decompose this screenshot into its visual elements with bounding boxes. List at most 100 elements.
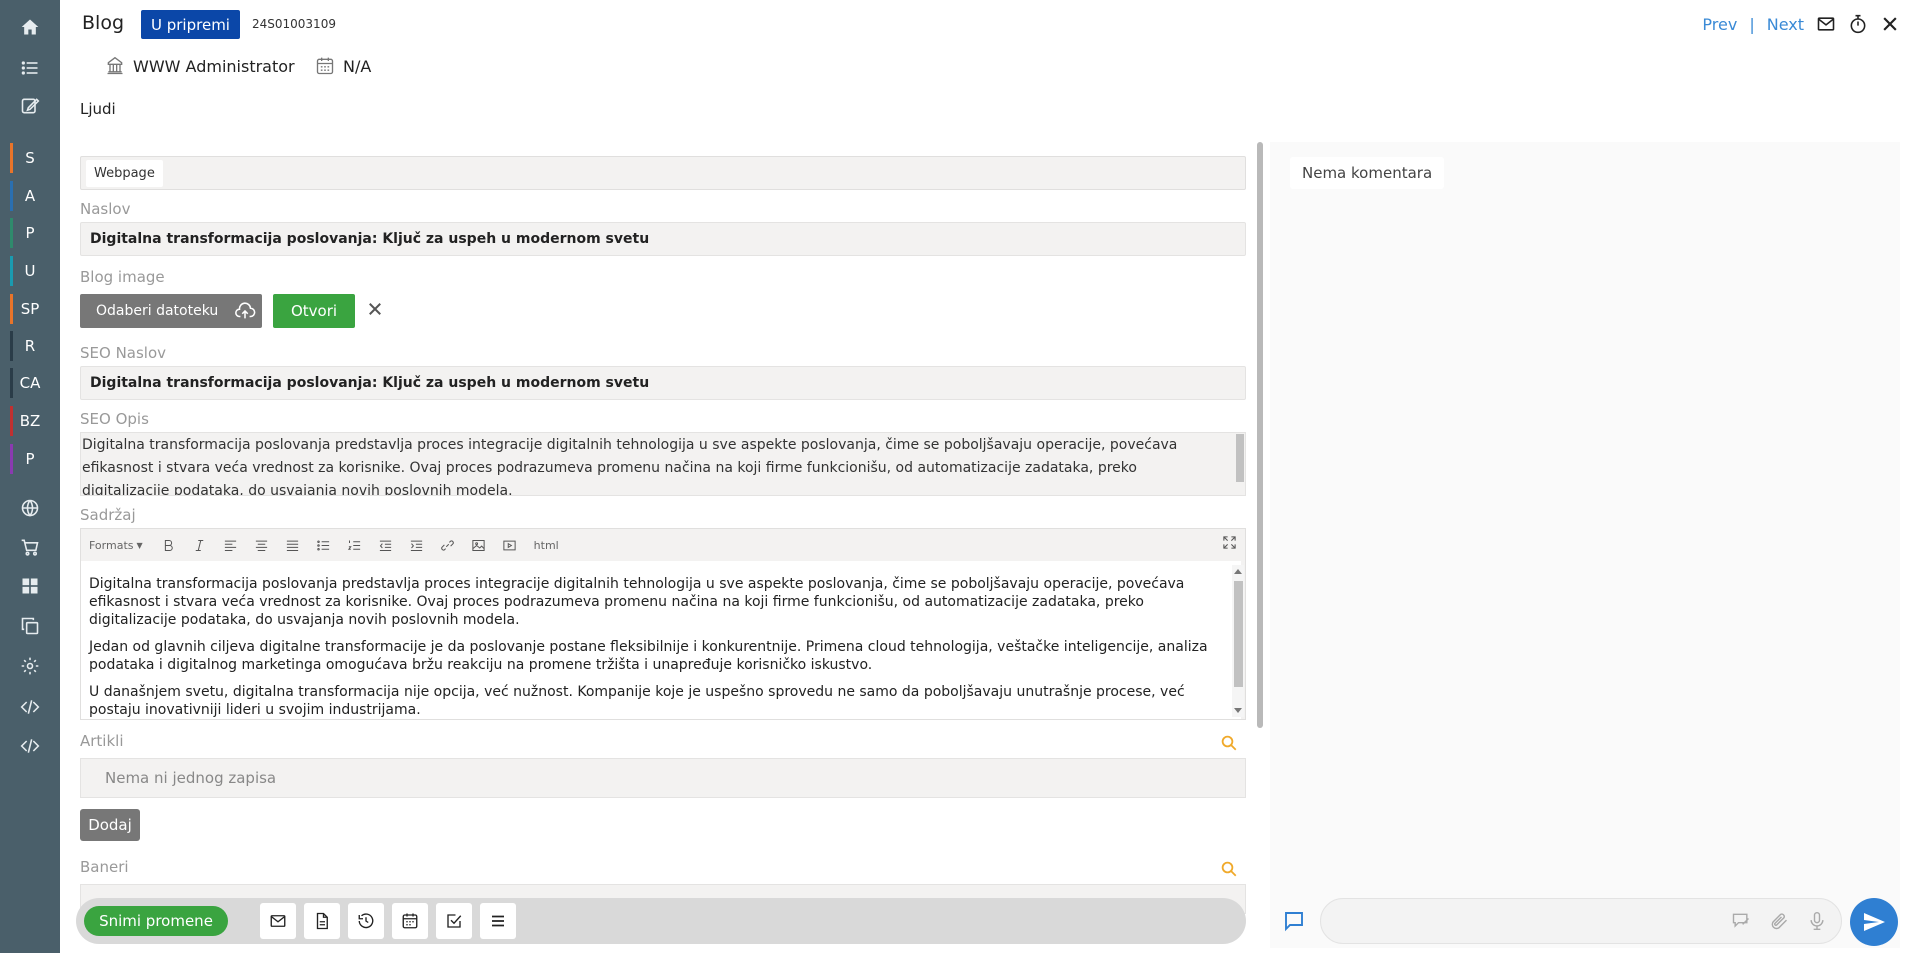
formats-dropdown[interactable]: Formats ▼: [89, 539, 143, 552]
history-icon[interactable]: [348, 903, 384, 939]
sidebar-accent-bar: [10, 181, 13, 211]
sidebar-item-label: P: [25, 224, 35, 242]
search-icon[interactable]: [1220, 860, 1238, 882]
date-info: N/A: [315, 56, 371, 76]
sidebar-item-r[interactable]: R: [0, 327, 60, 365]
choose-file-button[interactable]: Odaberi datoteku: [80, 294, 262, 328]
sidebar-accent-bar: [10, 368, 13, 398]
scroll-thumb[interactable]: [1234, 581, 1243, 687]
sidebar-item-u[interactable]: U: [0, 252, 60, 290]
align-left-icon[interactable]: [218, 532, 244, 558]
title-input[interactable]: Digitalna transformacija poslovanja: Klj…: [80, 222, 1246, 256]
globe-icon[interactable]: [0, 489, 60, 527]
caret-down-icon: ▼: [136, 540, 143, 550]
banners-label: Baneri: [80, 858, 129, 876]
tabs-strip: Webpage: [80, 156, 1246, 190]
scroll-down-arrow-icon[interactable]: [1234, 708, 1242, 713]
indent-icon[interactable]: [404, 532, 430, 558]
textarea-scrollbar[interactable]: [1236, 434, 1244, 482]
sidebar-accent-bar: [10, 294, 13, 324]
sidebar-item-sp[interactable]: SP: [0, 290, 60, 328]
image-icon[interactable]: [466, 532, 492, 558]
sidebar-item-a[interactable]: A: [0, 177, 60, 215]
microphone-icon[interactable]: [1807, 911, 1827, 931]
stopwatch-icon[interactable]: [1848, 14, 1868, 34]
choose-file-label: Odaberi datoteku: [96, 303, 219, 319]
sidebar-accent-bar: [10, 444, 13, 474]
open-button[interactable]: Otvori: [273, 294, 355, 328]
bullet-list-icon[interactable]: [311, 532, 337, 558]
sidebar-item-label: BZ: [19, 412, 41, 430]
title-label: Naslov: [80, 200, 131, 218]
search-icon[interactable]: [1220, 734, 1238, 756]
seo-title-input[interactable]: Digitalna transformacija poslovanja: Klj…: [80, 366, 1246, 400]
action-bar: Snimi promene: [76, 898, 1246, 944]
copy-icon[interactable]: [0, 607, 60, 645]
mail-icon[interactable]: [260, 903, 296, 939]
edit-icon[interactable]: [0, 87, 60, 125]
prev-link[interactable]: Prev: [1702, 15, 1737, 34]
code-icon[interactable]: [0, 727, 60, 765]
html-source-button[interactable]: html: [534, 539, 559, 552]
articles-empty-box: Nema ni jednog zapisa: [80, 758, 1246, 798]
articles-label: Artikli: [80, 732, 124, 750]
owner-name: WWW Administrator: [133, 56, 295, 76]
calendar-icon[interactable]: [392, 903, 428, 939]
chat-bubble-icon[interactable]: [1282, 909, 1306, 937]
editor-scrollbar[interactable]: [1232, 565, 1244, 717]
sidebar-item-label: A: [24, 187, 36, 205]
close-icon[interactable]: [1880, 14, 1900, 34]
editor-content[interactable]: Digitalna transformacija poslovanja pred…: [81, 561, 1241, 719]
fullscreen-icon[interactable]: [1222, 535, 1237, 554]
list-icon[interactable]: [0, 49, 60, 87]
numbered-list-icon[interactable]: [342, 532, 368, 558]
menu-icon[interactable]: [480, 903, 516, 939]
content-paragraph: Jedan od glavnih ciljeva digitalne trans…: [89, 639, 1208, 673]
bold-icon[interactable]: [156, 532, 182, 558]
send-button[interactable]: [1850, 898, 1898, 946]
seo-description-textarea[interactable]: Digitalna transformacija poslovanja pred…: [80, 432, 1246, 496]
articles-empty-text: Nema ni jednog zapisa: [105, 769, 277, 787]
italic-icon[interactable]: [187, 532, 213, 558]
seo-description-label: SEO Opis: [80, 410, 149, 428]
sidebar-item-label: S: [25, 149, 35, 167]
mail-icon[interactable]: [1816, 14, 1836, 34]
align-center-icon[interactable]: [249, 532, 275, 558]
home-icon[interactable]: [0, 8, 60, 46]
sidebar-item-s[interactable]: S: [0, 139, 60, 177]
sidebar-item-p[interactable]: P: [0, 440, 60, 478]
document-icon[interactable]: [304, 903, 340, 939]
task-check-icon[interactable]: [436, 903, 472, 939]
content-label: Sadržaj: [80, 506, 136, 524]
comment-input[interactable]: [1320, 898, 1842, 944]
seo-description-text: Digitalna transformacija poslovanja pred…: [82, 437, 1178, 496]
paperclip-icon[interactable]: [1769, 911, 1789, 931]
sidebar-item-bz[interactable]: BZ: [0, 402, 60, 440]
section-label: Ljudi: [80, 100, 116, 118]
align-justify-icon[interactable]: [280, 532, 306, 558]
cloud-upload-icon: [235, 302, 256, 319]
code-icon[interactable]: [0, 688, 60, 726]
scroll-up-arrow-icon[interactable]: [1234, 569, 1242, 574]
tab-webpage[interactable]: Webpage: [86, 160, 163, 187]
add-button[interactable]: Dodaj: [80, 809, 140, 841]
message-edit-icon[interactable]: [1731, 911, 1751, 931]
sidebar-item-ca[interactable]: CA: [0, 364, 60, 402]
save-changes-button[interactable]: Snimi promene: [84, 906, 228, 936]
outdent-icon[interactable]: [373, 532, 399, 558]
owner-info: WWW Administrator: [105, 56, 295, 76]
cart-icon[interactable]: [0, 528, 60, 566]
link-icon[interactable]: [435, 532, 461, 558]
page-title: Blog: [82, 12, 124, 34]
next-link[interactable]: Next: [1767, 15, 1804, 34]
sidebar-accent-bar: [10, 406, 13, 436]
remove-image-icon[interactable]: [366, 300, 388, 322]
sidebar-item-p[interactable]: P: [0, 214, 60, 252]
dashboard-icon[interactable]: [0, 567, 60, 605]
settings-icon[interactable]: [0, 647, 60, 685]
formats-label: Formats: [89, 538, 134, 552]
editor-toolbar: Formats ▼ html: [81, 529, 1245, 561]
form-scrollbar[interactable]: [1257, 142, 1263, 728]
form-panel: Webpage Naslov Digitalna transformacija …: [76, 142, 1254, 952]
media-icon[interactable]: [497, 532, 523, 558]
